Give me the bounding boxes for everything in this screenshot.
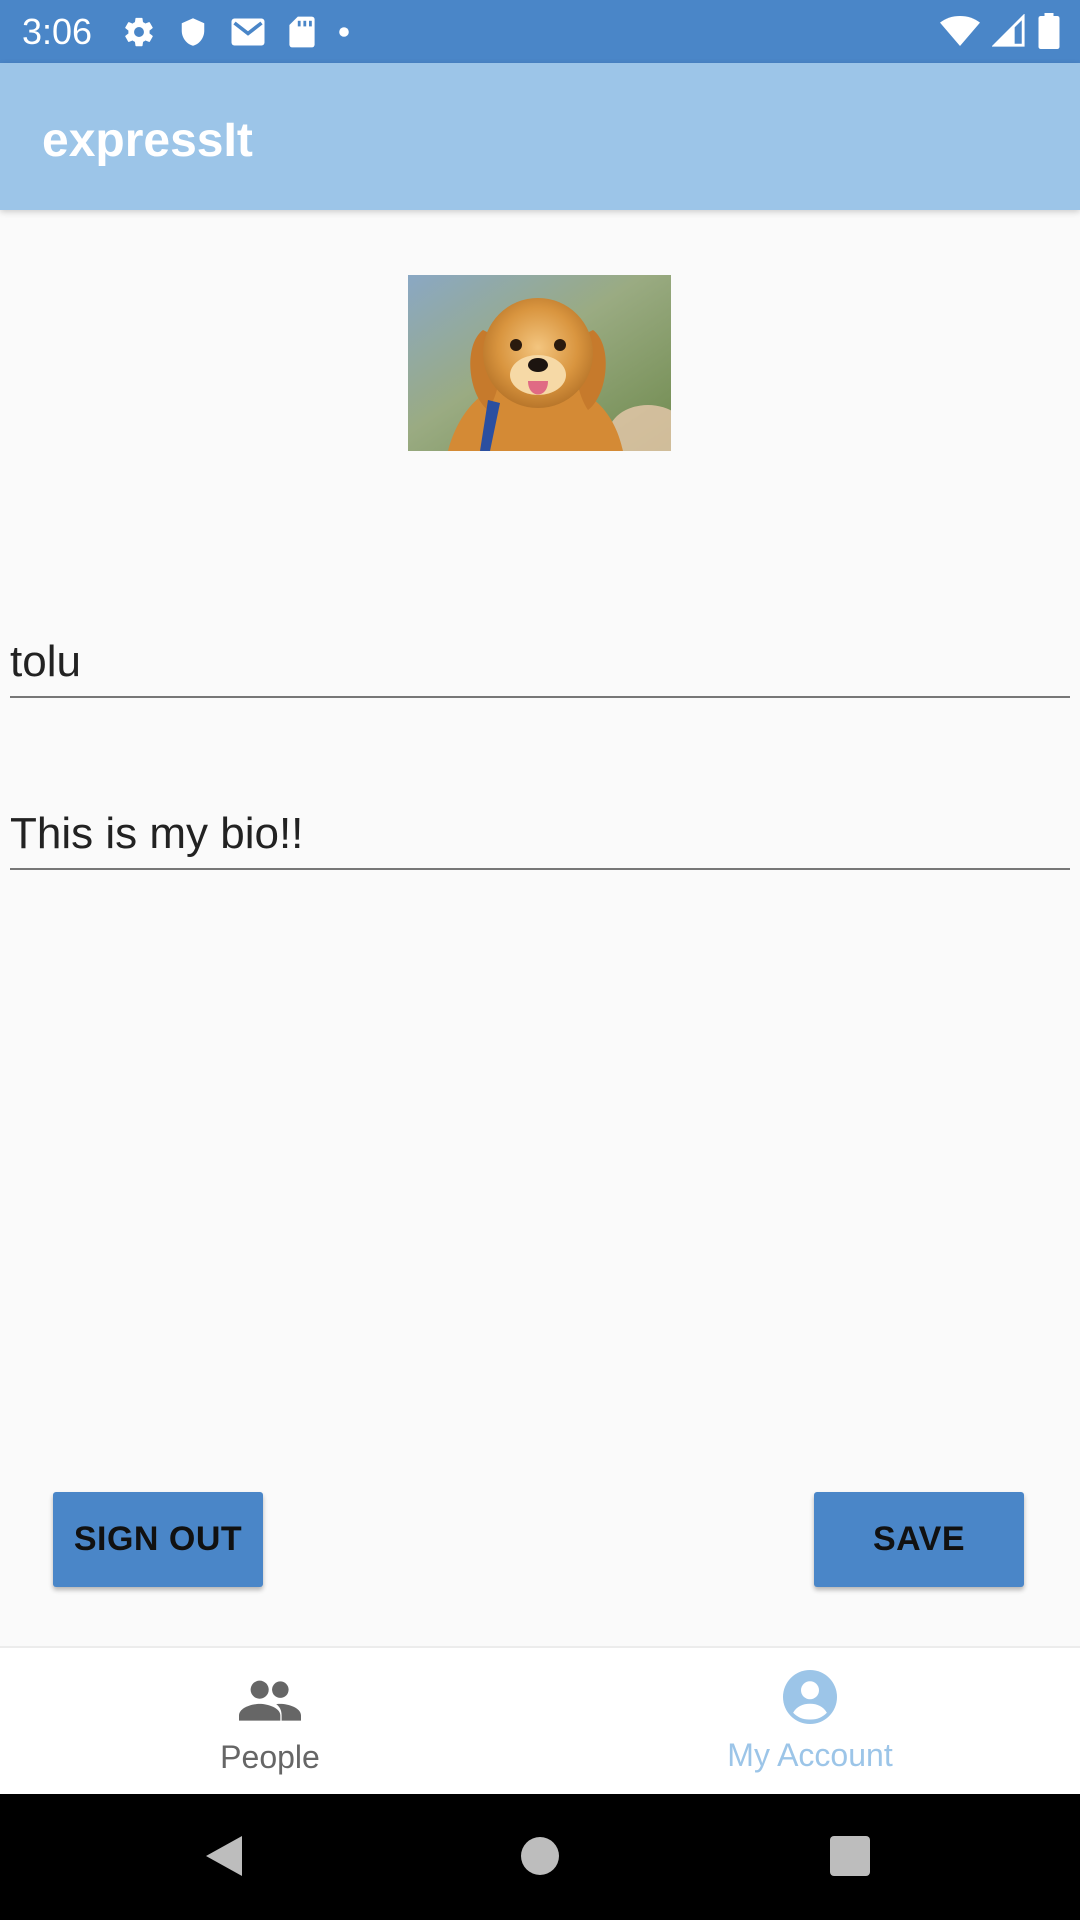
back-icon[interactable]	[204, 1834, 244, 1883]
sign-out-button[interactable]: SIGN OUT	[53, 1492, 263, 1587]
save-button[interactable]: SAVE	[814, 1492, 1024, 1587]
nav-label-my-account: My Account	[727, 1737, 893, 1773]
account-circle-icon	[783, 1670, 837, 1729]
system-navigation-bar	[0, 1794, 1080, 1920]
app-bar: expressIt	[0, 63, 1080, 210]
status-bar: 3:06	[0, 0, 1080, 63]
gmail-icon	[230, 17, 266, 47]
bottom-navigation: People My Account	[0, 1646, 1080, 1796]
battery-icon	[1038, 13, 1060, 49]
nav-item-my-account[interactable]: My Account	[540, 1648, 1080, 1796]
sd-card-icon	[288, 15, 316, 49]
username-field[interactable]: tolu	[10, 632, 1070, 698]
app-title: expressIt	[42, 114, 253, 167]
shield-icon	[178, 15, 208, 49]
status-time: 3:06	[22, 11, 93, 52]
home-icon[interactable]	[520, 1834, 560, 1883]
nav-label-people: People	[220, 1739, 320, 1775]
username-value: tolu	[10, 637, 81, 686]
people-icon	[239, 1678, 301, 1727]
nav-item-people[interactable]: People	[0, 1648, 540, 1796]
bio-value: This is my bio!!	[10, 809, 304, 858]
recents-icon[interactable]	[830, 1836, 870, 1881]
gear-icon	[122, 15, 156, 49]
signal-icon	[992, 14, 1026, 48]
wifi-icon	[940, 14, 980, 48]
dot-icon	[338, 26, 350, 38]
profile-photo[interactable]	[408, 275, 671, 451]
bio-field[interactable]: This is my bio!!	[10, 804, 1070, 870]
